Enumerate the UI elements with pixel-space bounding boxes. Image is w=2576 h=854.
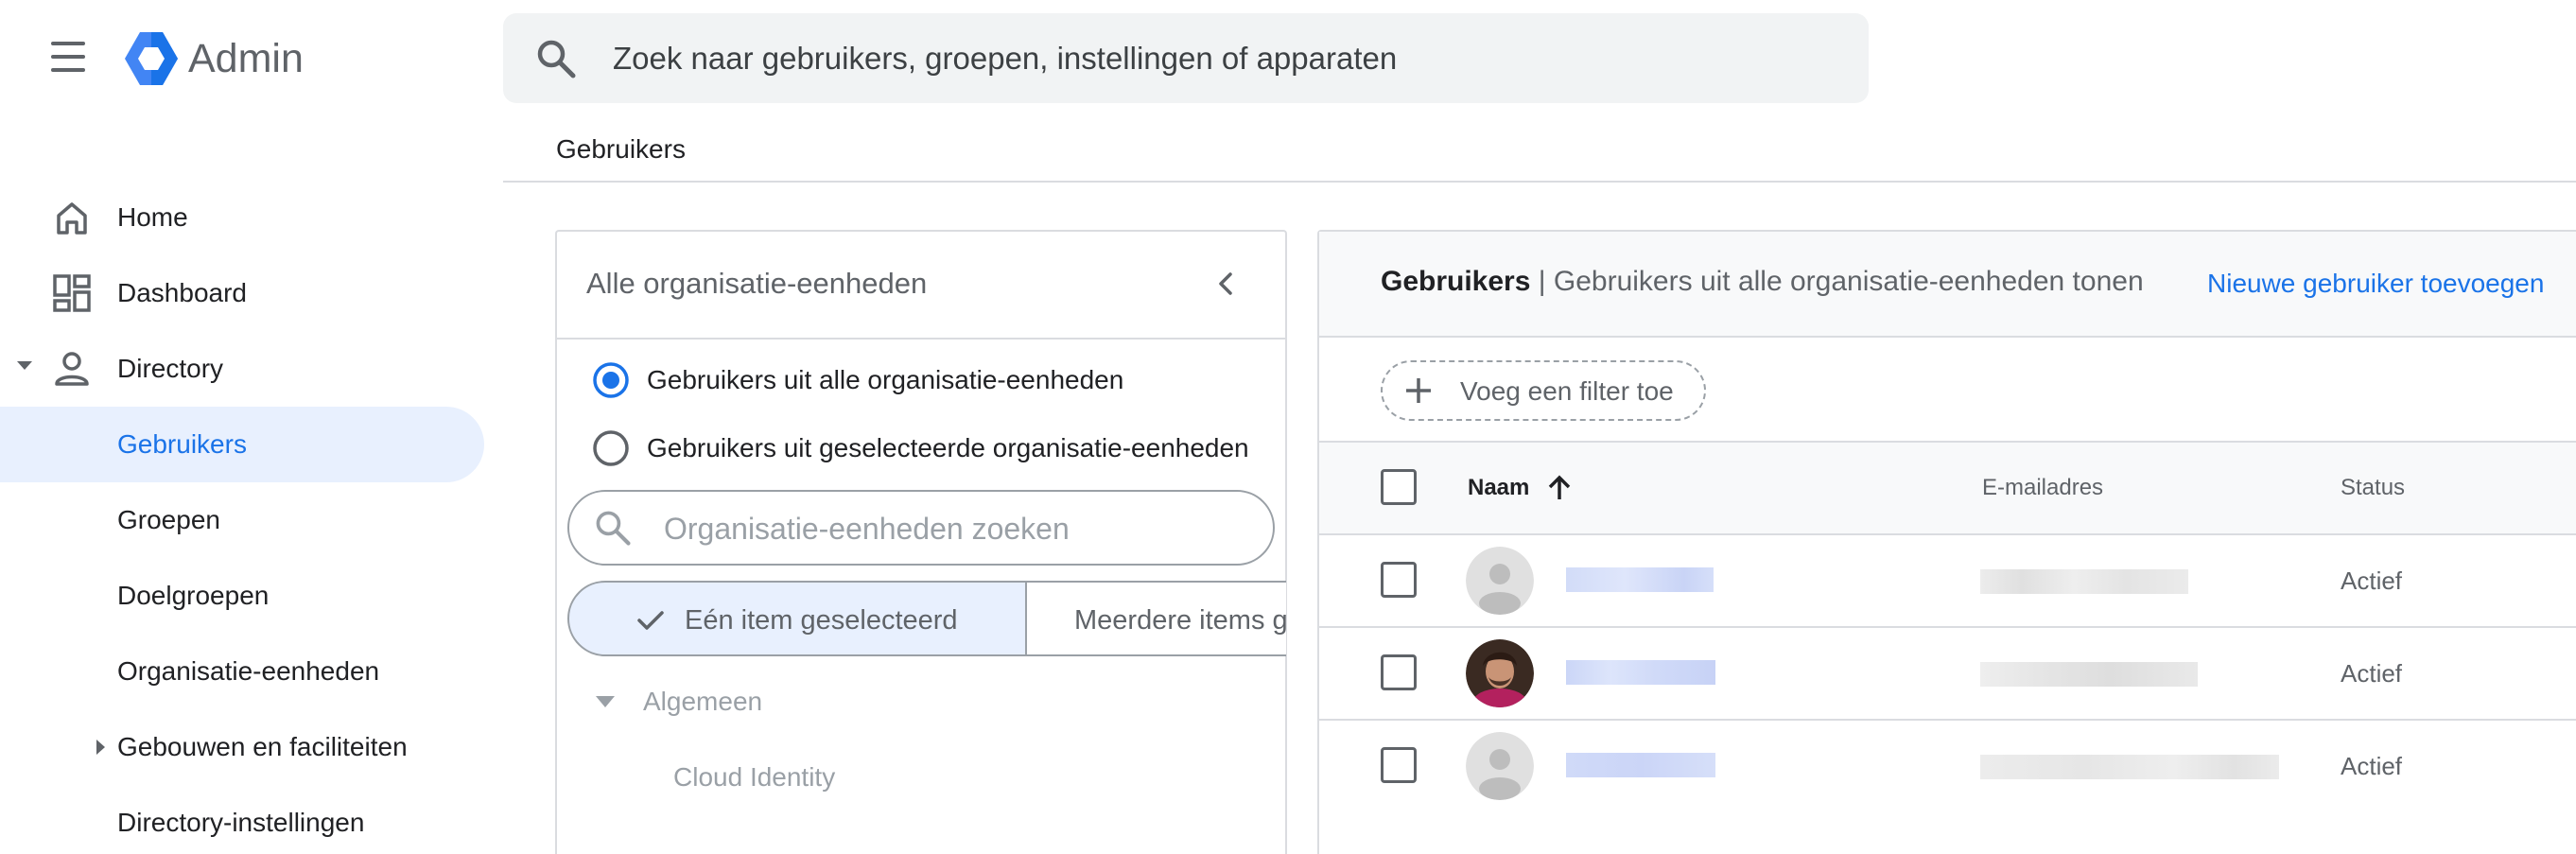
segment-one-item-label: Eén item geselecteerd <box>685 605 958 636</box>
caret-down-icon[interactable] <box>594 694 617 709</box>
check-icon <box>637 611 664 630</box>
default-avatar-icon <box>1466 547 1534 615</box>
radio-all-label: Gebruikers uit alle organisatie-eenheden <box>647 365 1124 394</box>
redacted-user-name[interactable] <box>1566 753 1715 777</box>
person-icon <box>55 352 89 386</box>
breadcrumb-divider <box>503 181 2576 183</box>
segment-multiple-items[interactable]: Meerdere items g <box>1025 581 1286 656</box>
row-checkbox[interactable] <box>1381 747 1417 783</box>
redacted-email <box>1980 569 2188 594</box>
sidebar-item-home[interactable]: Home <box>117 199 188 236</box>
global-search-input[interactable] <box>611 23 1844 95</box>
caret-down-icon[interactable] <box>13 354 36 376</box>
status-badge: Actief <box>2341 659 2403 688</box>
admin-logo-icon[interactable] <box>121 28 182 89</box>
row-divider <box>1319 719 2576 721</box>
column-header-email[interactable]: E-mailadres <box>1982 473 2103 503</box>
tree-node-cloud-identity[interactable]: Cloud Identity <box>673 758 835 796</box>
users-panel-title: Gebruikers | Gebruikers uit alle organis… <box>1381 263 2144 301</box>
chevron-left-icon[interactable] <box>1209 267 1243 301</box>
segment-multiple-items-label: Meerdere items g <box>1074 605 1286 636</box>
column-header-status[interactable]: Status <box>2341 473 2405 503</box>
sidebar-item-organisatie-eenheden[interactable]: Organisatie-eenheden <box>117 653 379 690</box>
row-divider <box>1319 626 2576 628</box>
user-photo-avatar <box>1466 639 1534 707</box>
default-avatar-icon <box>1466 732 1534 800</box>
plus-icon <box>1406 378 1431 403</box>
redacted-user-name[interactable] <box>1566 660 1715 685</box>
sidebar-item-doelgroepen[interactable]: Doelgroepen <box>117 577 269 615</box>
add-filter-chip[interactable]: Voeg een filter toe <box>1381 360 1706 421</box>
org-unit-divider <box>557 338 1285 340</box>
redacted-email <box>1980 662 2198 687</box>
sidebar-item-directory-instellingen[interactable]: Directory-instellingen <box>117 804 364 842</box>
sidebar-item-gebouwen[interactable]: Gebouwen en faciliteiten <box>117 728 408 766</box>
column-header-name[interactable]: Naam <box>1468 473 1529 503</box>
org-unit-panel-title: Alle organisatie-eenheden <box>586 267 928 300</box>
app-title: Admin <box>188 36 304 81</box>
sidebar-item-groepen[interactable]: Groepen <box>117 501 220 539</box>
add-user-link[interactable]: Nieuwe gebruiker toevoegen <box>2207 266 2544 302</box>
sidebar-item-directory[interactable]: Directory <box>117 350 223 388</box>
search-icon <box>596 511 631 546</box>
radio-selected-label: Gebruikers uit geselecteerde organisatie… <box>647 433 1249 462</box>
org-unit-search-input[interactable] <box>662 499 1252 558</box>
main-menu-button[interactable] <box>47 42 89 76</box>
menu-bar <box>51 42 85 45</box>
row-checkbox[interactable] <box>1381 562 1417 598</box>
users-title-main: Gebruikers <box>1381 266 1531 297</box>
redacted-user-name[interactable] <box>1566 567 1714 592</box>
home-icon <box>57 202 87 235</box>
add-filter-label: Voeg een filter toe <box>1460 376 1674 406</box>
caret-right-icon[interactable] <box>93 736 108 758</box>
status-badge: Actief <box>2341 752 2403 780</box>
dashboard-icon <box>53 274 91 312</box>
segment-one-item[interactable]: Eén item geselecteerd <box>567 581 1027 656</box>
radio-selected-org-units[interactable] <box>592 429 630 467</box>
menu-bar <box>51 68 85 72</box>
row-checkbox[interactable] <box>1381 654 1417 690</box>
arrow-up-icon[interactable] <box>1547 475 1572 501</box>
search-icon[interactable] <box>533 36 579 81</box>
sidebar-item-gebruikers[interactable]: Gebruikers <box>117 426 247 463</box>
table-header-divider <box>1319 533 2576 535</box>
status-badge: Actief <box>2341 566 2403 595</box>
radio-all-org-units[interactable] <box>592 361 630 399</box>
sidebar-item-dashboard[interactable]: Dashboard <box>117 274 247 312</box>
breadcrumb[interactable]: Gebruikers <box>556 132 686 166</box>
menu-bar <box>51 55 85 59</box>
redacted-email <box>1980 755 2279 779</box>
selection-mode-toggle: Eén item geselecteerd Meerdere items g <box>567 581 1286 656</box>
users-title-subtitle: | Gebruikers uit alle organisatie-eenhed… <box>1530 266 2144 297</box>
select-all-checkbox[interactable] <box>1381 469 1417 505</box>
users-header-divider <box>1319 336 2576 338</box>
tree-node-algemeen[interactable]: Algemeen <box>643 683 762 721</box>
